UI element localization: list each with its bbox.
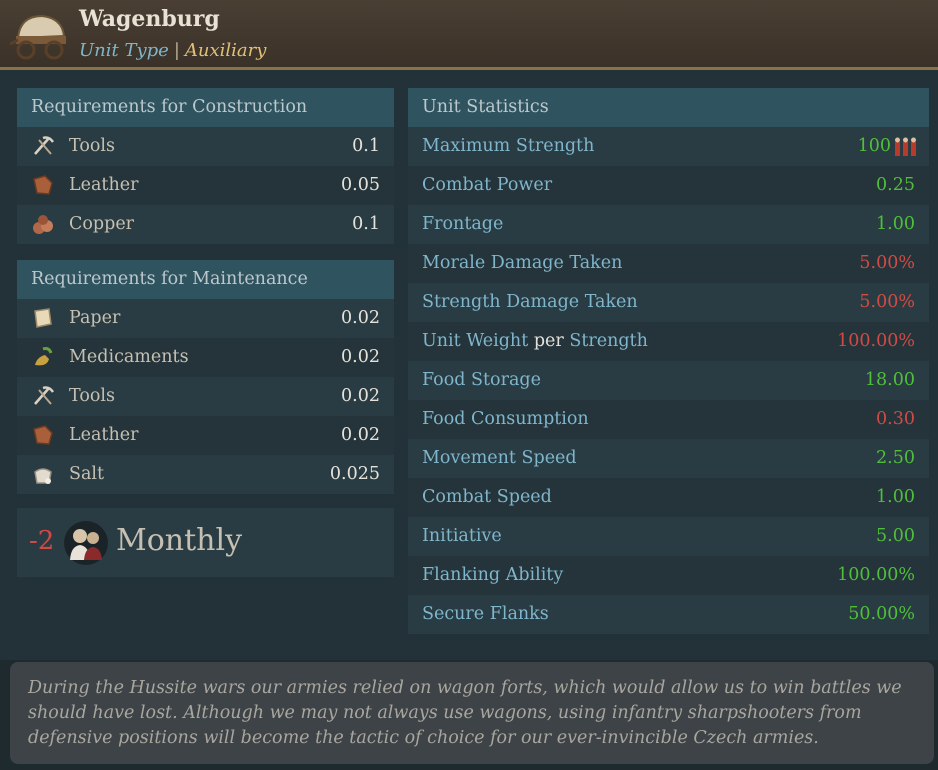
stat-value: 50.00% (848, 604, 915, 624)
requirement-label: Salt (69, 464, 105, 484)
requirement-value: 0.1 (352, 214, 380, 234)
wagon-icon (10, 14, 66, 60)
maintenance-row-medicaments: Medicaments 0.02 (17, 338, 394, 377)
leather-icon (33, 425, 53, 445)
requirement-label: Paper (69, 308, 121, 328)
stat-row-food-storage: Food Storage 18.00 (408, 361, 929, 400)
stat-label: Movement Speed (422, 448, 577, 468)
stat-label: Frontage (422, 214, 504, 234)
stat-label: Maximum Strength (422, 136, 595, 156)
requirement-label: Medicaments (69, 347, 189, 367)
stat-label: Combat Speed (422, 487, 552, 507)
stat-row-food-consumption: Food Consumption 0.30 (408, 400, 929, 439)
stat-value: 5.00% (859, 253, 915, 273)
stat-label-part: Strength (569, 331, 648, 351)
requirement-label: Tools (69, 386, 115, 406)
stat-label: Strength Damage Taken (422, 292, 638, 312)
unit-title: Wagenburg (79, 6, 220, 32)
stat-row-frontage: Frontage 1.00 (408, 205, 929, 244)
stat-row-strength-damage-taken: Strength Damage Taken 5.00% (408, 283, 929, 322)
unit-description: During the Hussite wars our armies relie… (10, 662, 934, 764)
stat-value: 0.25 (876, 175, 915, 195)
statistics-heading: Unit Statistics (408, 88, 929, 127)
requirement-value: 0.05 (341, 175, 380, 195)
stat-value: 5.00 (876, 526, 915, 546)
stat-label: Food Storage (422, 370, 541, 390)
construction-row-tools: Tools 0.1 (17, 127, 394, 166)
maintenance-row-leather: Leather 0.02 (17, 416, 394, 455)
construction-heading: Requirements for Construction (17, 88, 394, 127)
stat-row-combat-speed: Combat Speed 1.00 (408, 478, 929, 517)
stat-value: 18.00 (864, 370, 915, 390)
maintenance-heading: Requirements for Maintenance (17, 260, 394, 299)
leather-icon (33, 175, 53, 195)
unit-type: Unit Type | Auxiliary (79, 40, 266, 61)
stat-label: Initiative (422, 526, 502, 546)
unit-statistics-panel: Unit Statistics Maximum Strength 100 Com… (408, 88, 929, 634)
stat-value: 1.00 (876, 214, 915, 234)
requirement-label: Copper (69, 214, 135, 234)
maintenance-row-paper: Paper 0.02 (17, 299, 394, 338)
soldiers-icon (895, 137, 916, 156)
stat-value: 100.00% (837, 565, 915, 585)
maintenance-row-salt: Salt 0.025 (17, 455, 394, 494)
stat-label: Unit Weight per Strength (422, 322, 648, 361)
upkeep-period: Monthly (116, 523, 243, 558)
stat-row-initiative: Initiative 5.00 (408, 517, 929, 556)
stat-value: 2.50 (876, 448, 915, 468)
tools-icon (34, 136, 55, 155)
stat-row-movement-speed: Movement Speed 2.50 (408, 439, 929, 478)
requirement-value: 0.02 (341, 347, 380, 367)
construction-requirements-panel: Requirements for Construction Tools 0.1 … (17, 88, 394, 244)
stat-value: 0.30 (876, 409, 915, 429)
stat-value: 1.00 (876, 487, 915, 507)
monthly-upkeep: -2 Monthly (17, 508, 394, 577)
stat-label: Flanking Ability (422, 565, 564, 585)
tools-icon (34, 386, 55, 405)
medicaments-icon (35, 347, 53, 366)
requirement-value: 0.02 (341, 308, 380, 328)
stat-row-maximum-strength: Maximum Strength 100 (408, 127, 929, 166)
paper-icon (34, 308, 52, 328)
unit-type-value: Auxiliary (184, 40, 267, 61)
requirement-value: 0.025 (329, 464, 380, 484)
stat-row-combat-power: Combat Power 0.25 (408, 166, 929, 205)
stat-label: Combat Power (422, 175, 553, 195)
stat-label-connector: per (533, 331, 564, 351)
requirement-label: Leather (69, 425, 139, 445)
salt-icon (34, 468, 52, 484)
construction-row-copper: Copper 0.1 (17, 205, 394, 244)
requirement-label: Leather (69, 175, 139, 195)
requirement-value: 0.1 (352, 136, 380, 156)
stat-label: Food Consumption (422, 409, 589, 429)
stat-label: Secure Flanks (422, 604, 549, 624)
stat-label: Morale Damage Taken (422, 253, 623, 273)
construction-row-leather: Leather 0.05 (17, 166, 394, 205)
unit-type-separator: | (173, 40, 180, 61)
stat-row-flanking-ability: Flanking Ability 100.00% (408, 556, 929, 595)
requirement-value: 0.02 (341, 425, 380, 445)
stat-value: 5.00% (859, 292, 915, 312)
unit-header: Wagenburg Unit Type | Auxiliary (0, 0, 938, 70)
unit-type-label: Unit Type (79, 40, 169, 61)
stat-label-part: Unit Weight (422, 331, 529, 351)
stat-value: 100.00% (837, 331, 915, 351)
requirement-label: Tools (69, 136, 115, 156)
upkeep-value: -2 (29, 526, 55, 556)
stat-row-unit-weight-per-strength: Unit Weight per Strength 100.00% (408, 322, 929, 361)
stat-value: 100 (857, 136, 891, 156)
stat-row-morale-damage-taken: Morale Damage Taken 5.00% (408, 244, 929, 283)
stat-row-secure-flanks: Secure Flanks 50.00% (408, 595, 929, 634)
maintenance-row-tools: Tools 0.02 (17, 377, 394, 416)
copper-icon (33, 215, 53, 234)
requirement-value: 0.02 (341, 386, 380, 406)
maintenance-requirements-panel: Requirements for Maintenance Paper 0.02 … (17, 260, 394, 494)
population-icon (64, 521, 108, 565)
